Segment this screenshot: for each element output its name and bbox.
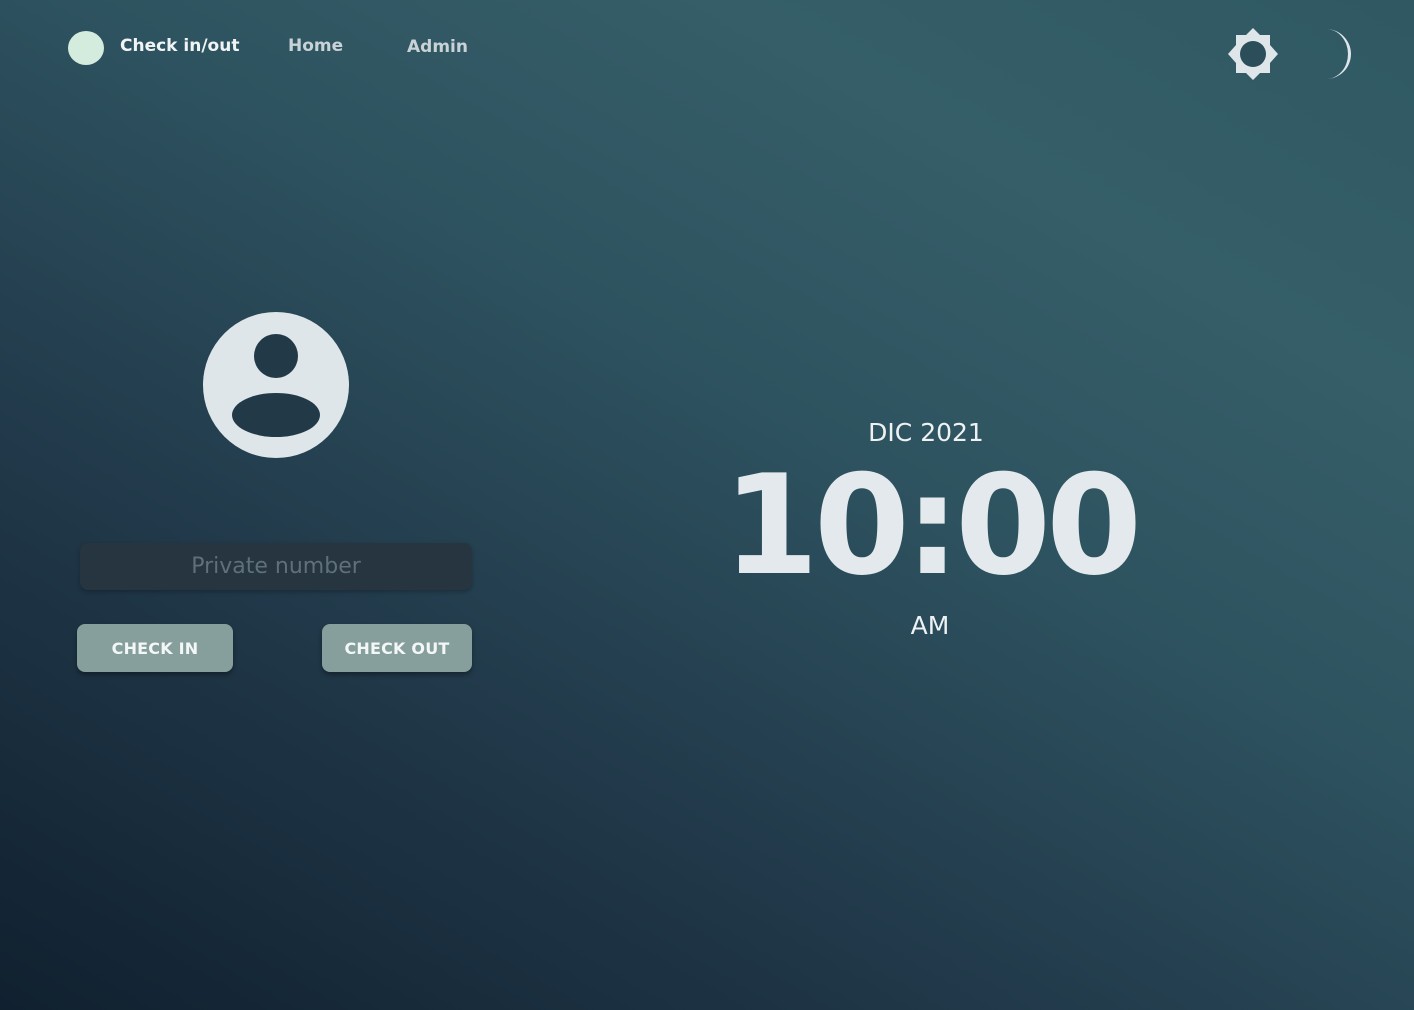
private-number-input[interactable] bbox=[80, 543, 472, 590]
user-avatar-icon bbox=[203, 312, 349, 458]
sun-icon[interactable] bbox=[1226, 27, 1280, 81]
nav-brand-check-in-out[interactable]: Check in/out bbox=[120, 36, 239, 56]
clock-date: DIC 2021 bbox=[868, 418, 984, 447]
clock-time: 10:00 bbox=[722, 445, 1142, 606]
navbar: Check in/out Home Admin bbox=[0, 0, 1414, 100]
moon-icon[interactable] bbox=[1318, 27, 1360, 81]
nav-link-home[interactable]: Home bbox=[288, 36, 343, 56]
check-out-button[interactable]: CHECK OUT bbox=[322, 624, 472, 672]
nav-link-admin[interactable]: Admin bbox=[407, 37, 468, 57]
clock-period: AM bbox=[910, 611, 950, 640]
brand-logo-dot bbox=[68, 31, 104, 65]
check-in-button[interactable]: CHECK IN bbox=[77, 624, 233, 672]
